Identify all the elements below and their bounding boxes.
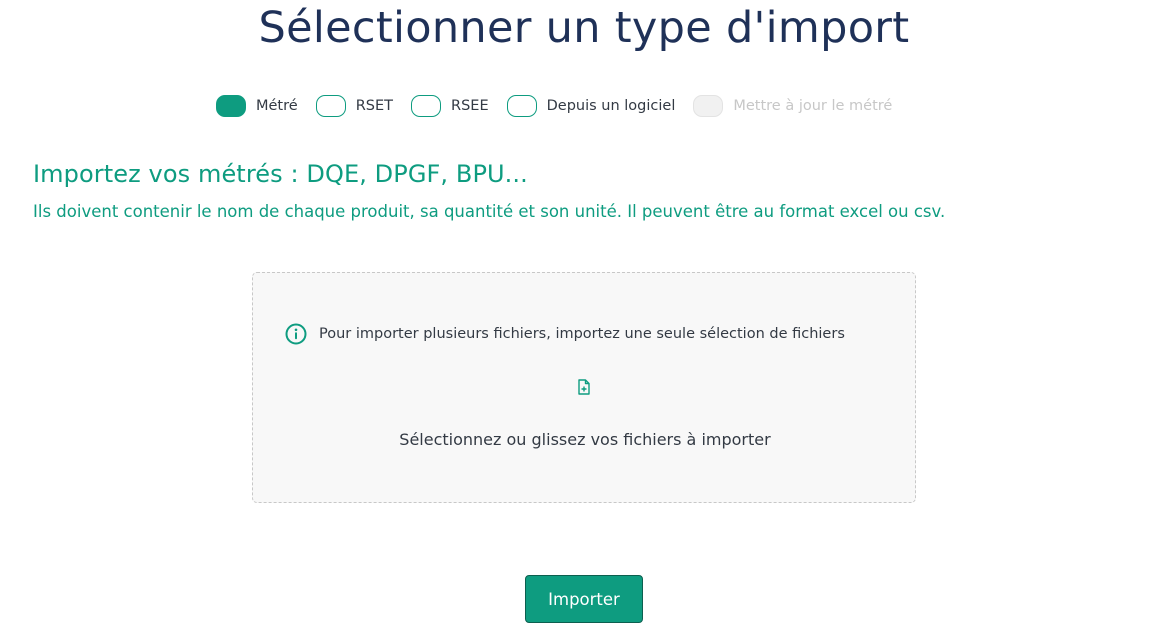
toggle-rsee[interactable] bbox=[411, 95, 441, 117]
import-type-rset[interactable]: RSET bbox=[315, 95, 393, 117]
file-dropzone[interactable]: Pour importer plusieurs fichiers, import… bbox=[252, 272, 916, 503]
import-type-label: Métré bbox=[256, 98, 298, 114]
toggle-logiciel[interactable] bbox=[506, 95, 537, 117]
section-description: Ils doivent contenir le nom de chaque pr… bbox=[33, 202, 946, 221]
toggle-rset[interactable] bbox=[315, 95, 346, 117]
file-add-icon bbox=[578, 379, 590, 395]
import-button[interactable]: Importer bbox=[525, 575, 643, 623]
toggle-update-metre bbox=[693, 95, 724, 117]
import-type-label: Depuis un logiciel bbox=[546, 98, 676, 114]
import-type-label: Mettre à jour le métré bbox=[733, 98, 893, 114]
import-type-metre[interactable]: Métré bbox=[216, 95, 298, 117]
info-message: Pour importer plusieurs fichiers, import… bbox=[285, 323, 845, 345]
info-text: Pour importer plusieurs fichiers, import… bbox=[319, 326, 845, 342]
import-type-update-metre: Mettre à jour le métré bbox=[693, 95, 892, 117]
import-type-rsee[interactable]: RSEE bbox=[411, 95, 489, 117]
import-page: Sélectionner un type d'import Métré RSET… bbox=[0, 0, 1156, 630]
import-type-logiciel[interactable]: Depuis un logiciel bbox=[506, 95, 676, 117]
dropzone-prompt: Sélectionnez ou glissez vos fichiers à i… bbox=[399, 430, 771, 449]
page-title: Sélectionner un type d'import bbox=[258, 3, 910, 53]
toggle-metre[interactable] bbox=[216, 95, 246, 117]
import-type-label: RSET bbox=[355, 98, 393, 114]
section-heading: Importez vos métrés : DQE, DPGF, BPU... bbox=[33, 160, 528, 188]
info-circle-icon bbox=[285, 323, 307, 345]
import-type-selector: Métré RSET RSEE Depuis un logiciel Mettr… bbox=[216, 93, 910, 119]
import-type-label: RSEE bbox=[451, 98, 489, 114]
